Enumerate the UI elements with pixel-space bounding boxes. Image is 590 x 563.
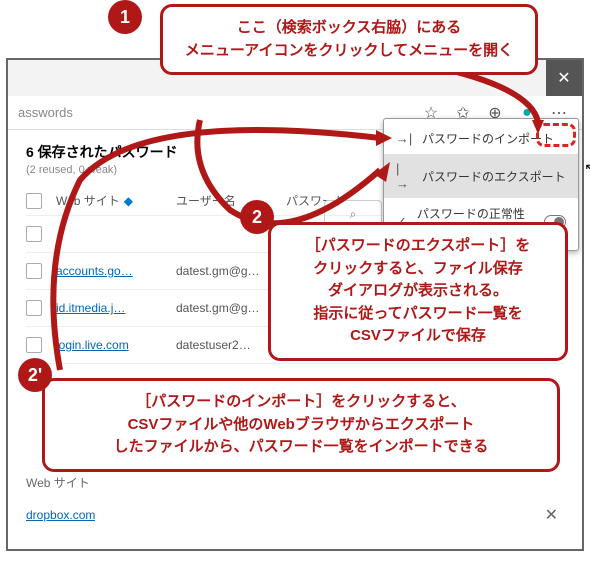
address-fragment: asswords <box>8 105 83 120</box>
never-saved-section: Web サイト dropbox.com ✕ <box>26 474 564 531</box>
callout-3: ［パスワードのインポート］をクリックすると、 CSVファイルや他のWebブラウザ… <box>42 378 560 472</box>
never-saved-row: dropbox.com ✕ <box>26 499 564 531</box>
cursor-icon: ↖ <box>584 160 590 177</box>
badge-1: 1 <box>108 0 142 34</box>
badge-2p: 2' <box>18 358 52 392</box>
callout-3-text: ［パスワードのインポート］をクリックすると、 CSVファイルや他のWebブラウザ… <box>114 393 489 455</box>
remove-icon[interactable]: ✕ <box>539 505 564 525</box>
never-saved-site[interactable]: dropbox.com <box>26 508 95 522</box>
callout-2-text: ［パスワードのエクスポート］を クリックすると、ファイル保存 ダイアログが表示さ… <box>306 237 531 344</box>
badge-2: 2 <box>240 200 274 234</box>
callout-1-text: ここ（検索ボックス右脇）にある メニューアイコンをクリックしてメニューを開く <box>185 19 513 59</box>
callout-2: ［パスワードのエクスポート］を クリックすると、ファイル保存 ダイアログが表示さ… <box>268 222 568 361</box>
callout-1: ここ（検索ボックス右脇）にある メニューアイコンをクリックしてメニューを開く <box>160 4 538 75</box>
section-label: Web サイト <box>26 474 564 491</box>
